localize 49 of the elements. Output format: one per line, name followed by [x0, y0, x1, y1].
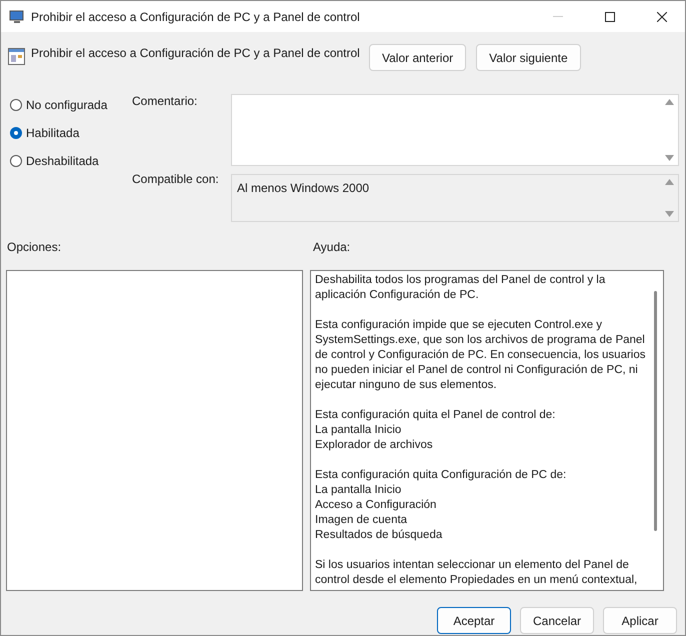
radio-label: Habilitada	[26, 126, 80, 140]
dialog-button[interactable]: Cancelar	[520, 607, 594, 634]
radio-label: No configurada	[26, 98, 108, 112]
radio-button[interactable]	[10, 155, 22, 167]
help-text-line: ejecutar ninguno de sus elementos.	[315, 378, 498, 393]
help-text-line: Si los usuarios intentan seleccionar un elemento del Panel de	[315, 558, 630, 573]
help-label: Ayuda:	[313, 240, 350, 256]
help-text-line: La pantalla Inicio	[315, 423, 402, 438]
radio-label: Deshabilitada	[26, 154, 99, 168]
radio-option[interactable]: No configurada	[10, 96, 132, 114]
help-text-line: de control y Configuración de PC. En consecuencia, los usuarios	[315, 348, 646, 363]
previous-button[interactable]: Valor anterior	[369, 44, 466, 71]
radio-button[interactable]	[10, 99, 22, 111]
help-text-line: Imagen de cuenta	[315, 513, 408, 528]
policy-icon	[8, 48, 25, 65]
help-text-line: Explorador de archivos	[315, 438, 434, 453]
help-text-line: Acceso a Configuración	[315, 498, 438, 513]
close-icon	[657, 12, 667, 22]
compatible-label: Compatible con:	[132, 172, 220, 186]
help-text-line: Esta configuración quita el Panel de control de:	[315, 408, 556, 423]
help-text-line: Esta configuración quita Configuración de PC de:	[315, 468, 568, 483]
help-text-line: La pantalla Inicio	[315, 483, 402, 498]
scroll-down-icon[interactable]	[665, 211, 674, 217]
help-text-line: Deshabilita todos los programas del Panel de control y la	[315, 273, 606, 288]
help-text-line: aplicación Configuración de PC.	[315, 288, 480, 303]
radio-option[interactable]: Habilitada	[10, 124, 132, 142]
options-label: Opciones:	[6, 240, 62, 256]
next-button[interactable]: Valor siguiente	[476, 44, 581, 71]
help-text-line: no pueden iniciar el Panel de control ni Configuración de PC, ni	[315, 363, 639, 378]
policy-title: Prohibir el acceso a Configuración de PC y a Panel de control	[31, 46, 361, 60]
maximize-icon	[605, 12, 615, 22]
minimize-icon	[553, 16, 563, 17]
help-text-line: SystemSettings.exe, que son los archivos de programa de Panel	[315, 333, 646, 348]
dialog-button[interactable]: Aceptar	[437, 607, 511, 634]
comment-field[interactable]	[231, 94, 679, 166]
scroll-up-icon[interactable]	[665, 179, 674, 185]
radio-option[interactable]: Deshabilitada	[10, 152, 132, 170]
help-text-line: Esta configuración impide que se ejecuten Control.exe y	[315, 318, 604, 333]
window-title: Prohibir el acceso a Configuración de PC y a Panel de control	[31, 10, 361, 24]
comment-label: Comentario:	[132, 94, 198, 108]
computer-icon	[9, 10, 25, 24]
radio-button[interactable]	[10, 127, 22, 139]
scroll-up-icon[interactable]	[665, 99, 674, 105]
compatible-value: Al menos Windows 2000	[236, 180, 370, 197]
scrollbar-thumb[interactable]	[654, 291, 657, 531]
scroll-down-icon[interactable]	[665, 155, 674, 161]
help-text-line: Resultados de búsqueda	[315, 528, 444, 543]
help-text-line: control desde el elemento Propiedades en un menú contextual,	[315, 573, 638, 588]
dialog-button[interactable]: Aplicar	[603, 607, 677, 634]
